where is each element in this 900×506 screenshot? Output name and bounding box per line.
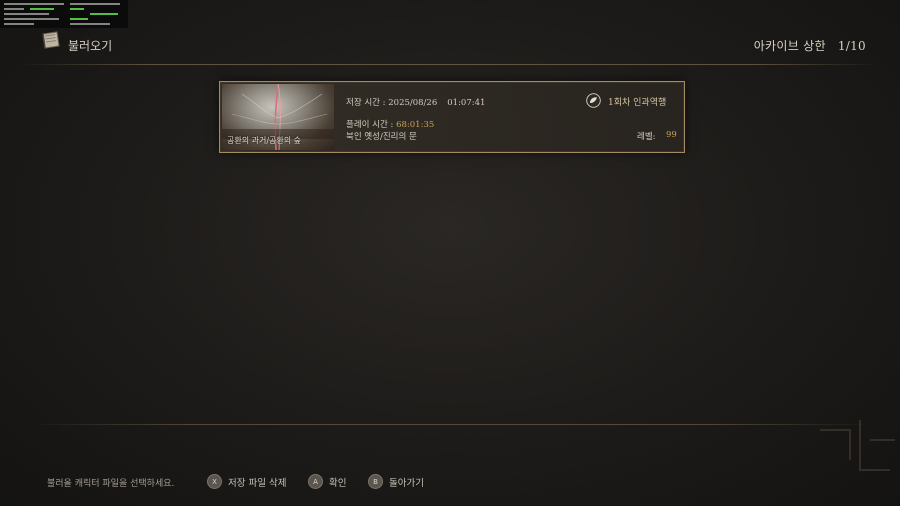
delete-save-button[interactable]: X 저장 파일 삭제 — [207, 474, 286, 489]
x-button-glyph-icon: X — [207, 474, 222, 489]
archive-limit: 아카이브 상한 1/10 — [754, 37, 866, 54]
level-label: 레벨: — [637, 132, 656, 142]
archive-limit-count: 1/10 — [837, 39, 866, 53]
confirm-label: 확인 — [329, 477, 347, 489]
back-label: 돌아가기 — [389, 477, 424, 489]
level-value: 99 — [666, 130, 677, 140]
ng-cycle-label: 1회차 인과역행 — [608, 98, 667, 108]
page-title: 불러오기 — [68, 39, 113, 53]
performance-overlay — [0, 0, 128, 28]
save-slot-thumbnail: 공환의 과거/공환의 숲 — [222, 84, 334, 150]
b-button-glyph-icon: B — [368, 474, 383, 489]
save-time-clock: 01:07:41 — [447, 98, 486, 108]
play-time-value: 68:01:35 — [396, 120, 435, 130]
corner-ornament — [820, 420, 895, 471]
a-button-glyph-icon: A — [308, 474, 323, 489]
save-time-date: 저장 시간 : 2025/08/26 — [346, 98, 438, 108]
save-slot-card[interactable]: 공환의 과거/공환의 숲 저장 시간 : 2025/08/26 01:07:41 … — [219, 81, 685, 153]
leaf-emblem-icon — [586, 93, 601, 108]
play-time-label: 플레이 시간 : — [346, 120, 394, 130]
location-label: 북인 옛성/진리의 문 — [346, 132, 417, 142]
thumbnail-caption: 공환의 과거/공환의 숲 — [227, 136, 302, 145]
footer-hint: 불러올 캐릭터 파일을 선택하세요. — [47, 479, 175, 489]
archive-limit-label: 아카이브 상한 — [753, 39, 826, 53]
footer-divider — [30, 424, 870, 425]
save-time: 저장 시간 : 2025/08/26 01:07:41 — [346, 96, 485, 108]
back-button[interactable]: B 돌아가기 — [368, 474, 424, 489]
header-divider — [22, 64, 878, 65]
delete-save-label: 저장 파일 삭제 — [228, 477, 287, 489]
confirm-button[interactable]: A 확인 — [308, 474, 346, 489]
book-icon — [42, 31, 60, 49]
play-time: 플레이 시간 : 68:01:35 — [346, 118, 434, 130]
